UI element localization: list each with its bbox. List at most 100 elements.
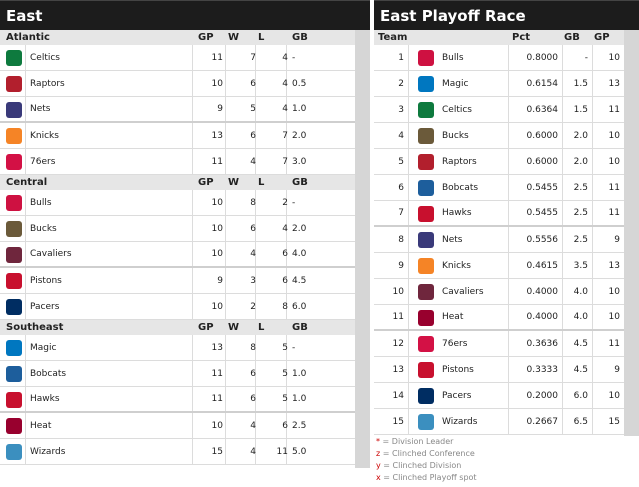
playoff-race-row[interactable]: 5 Raptors 0.6000 2.0 10 (374, 149, 624, 175)
seed-rank: 14 (392, 390, 404, 401)
division-name: Southeast (6, 322, 64, 333)
column-divider (192, 123, 193, 148)
seed-rank: 11 (392, 312, 404, 322)
games-behind: 2.5 (573, 234, 588, 245)
seed-rank: 5 (398, 156, 404, 167)
team-name: Raptors (30, 78, 65, 89)
column-divider (408, 227, 409, 252)
column-divider (225, 294, 226, 319)
playoff-race-row[interactable]: 11 Heat 0.4000 4.0 10 (374, 305, 624, 331)
losses: 5 (282, 368, 288, 379)
wins: 6 (250, 78, 256, 89)
playoff-race-row[interactable]: 12 76ers 0.3636 4.5 11 (374, 331, 624, 357)
win-percentage: 0.4000 (526, 286, 559, 297)
team-row[interactable]: Pistons 9 3 6 4.5 (0, 268, 355, 294)
playoff-race-scrollbar[interactable] (624, 30, 639, 436)
games-behind: 0.5 (292, 78, 307, 89)
team-name: Wizards (442, 416, 478, 427)
team-name: Heat (30, 420, 52, 431)
column-header-gp: GP (594, 32, 610, 43)
games-played: 11 (608, 182, 620, 193)
column-divider (192, 361, 193, 386)
playoff-race-panel: East Playoff Race Team Pct GB GP 1 Bulls 0.800… (374, 0, 639, 436)
column-divider (508, 253, 509, 278)
team-name: Bucks (442, 130, 469, 141)
team-logo-icon (418, 388, 434, 404)
playoff-race-row[interactable]: 4 Bucks 0.6000 2.0 10 (374, 123, 624, 149)
playoff-race-row[interactable]: 10 Cavaliers 0.4000 4.0 10 (374, 279, 624, 305)
playoff-race-row[interactable]: 2 Magic 0.6154 1.5 13 (374, 71, 624, 97)
column-header-w: W (228, 177, 240, 188)
team-row[interactable]: Raptors 10 6 4 0.5 (0, 71, 355, 97)
team-row[interactable]: Magic 13 8 5- (0, 335, 355, 361)
team-row[interactable]: Bobcats 11 6 5 1.0 (0, 361, 355, 387)
playoff-race-row[interactable]: 13 Pistons 0.3333 4.5 9 (374, 357, 624, 383)
column-divider (408, 97, 409, 122)
team-row[interactable]: Wizards 15 4 11 5.0 (0, 439, 355, 465)
column-header-gp: GP (198, 322, 214, 333)
playoff-race-row[interactable]: 8 Nets 0.5556 2.5 9 (374, 227, 624, 253)
column-divider (25, 216, 26, 241)
wins: 8 (250, 197, 256, 208)
team-name: 76ers (30, 156, 56, 167)
division-header-southeast: Southeast GP W L GB (0, 320, 355, 335)
win-percentage: 0.5556 (526, 234, 559, 245)
playoff-race-row[interactable]: 1 Bulls 0.8000 - 10 (374, 45, 624, 71)
team-row[interactable]: Celtics 11 7 4- (0, 45, 355, 71)
east-scrollbar[interactable] (355, 30, 370, 468)
playoff-race-row[interactable]: 15 Wizards 0.2667 6.5 15 (374, 409, 624, 435)
column-divider (508, 227, 509, 252)
playoff-race-row[interactable]: 9 Knicks 0.4615 3.5 13 (374, 253, 624, 279)
team-row[interactable]: Bulls 10 8 2- (0, 190, 355, 216)
playoff-race-row[interactable]: 3 Celtics 0.6364 1.5 11 (374, 97, 624, 123)
team-row[interactable]: Cavaliers 10 4 6 4.0 (0, 242, 355, 268)
column-divider (508, 149, 509, 174)
column-divider (25, 439, 26, 464)
column-divider (508, 71, 509, 96)
team-name: Magic (30, 342, 57, 353)
team-logo-icon (6, 128, 22, 144)
losses: 5 (282, 342, 288, 353)
column-divider (408, 409, 409, 434)
games-behind: 2.5 (573, 182, 588, 193)
team-row[interactable]: Heat 10 4 6 2.5 (0, 413, 355, 439)
column-divider (508, 123, 509, 148)
playoff-race-row[interactable]: 14 Pacers 0.2000 6.0 10 (374, 383, 624, 409)
team-row[interactable]: Nets 9 5 4 1.0 (0, 97, 355, 123)
column-divider (25, 71, 26, 96)
column-divider (25, 149, 26, 174)
column-header-team: Team (378, 32, 408, 43)
team-logo-icon (418, 50, 434, 66)
playoff-race-row[interactable]: 7 Hawks 0.5455 2.5 11 (374, 201, 624, 227)
team-row[interactable]: Pacers 10 2 8 6.0 (0, 294, 355, 320)
wins: 4 (250, 446, 256, 457)
seed-rank: 3 (398, 104, 404, 115)
team-logo-icon (6, 366, 22, 382)
games-played: 10 (211, 223, 223, 234)
team-name: Hawks (442, 208, 472, 218)
wins: 4 (250, 156, 256, 167)
column-divider (192, 413, 193, 438)
column-divider (408, 383, 409, 408)
team-row[interactable]: 76ers 11 4 7 3.0 (0, 149, 355, 175)
wins: 6 (250, 130, 256, 141)
east-standings-panel: East Atlantic GP W L GB Celtics 11 7 4- Raptors 10… (0, 0, 370, 468)
column-divider (408, 279, 409, 304)
column-divider (508, 45, 509, 70)
column-divider (408, 201, 409, 225)
team-name: 76ers (442, 338, 468, 349)
wins: 6 (250, 394, 256, 404)
team-name: Celtics (30, 52, 60, 63)
games-played: 10 (608, 156, 620, 167)
seed-rank: 12 (392, 338, 404, 349)
games-played: 10 (608, 286, 620, 297)
team-name: Pistons (30, 275, 62, 286)
team-row[interactable]: Knicks 13 6 7 2.0 (0, 123, 355, 149)
division-name: Central (6, 177, 48, 188)
column-divider (25, 335, 26, 360)
games-behind: 6.0 (292, 301, 307, 312)
team-row[interactable]: Hawks 11 6 5 1.0 (0, 387, 355, 413)
team-row[interactable]: Bucks 10 6 4 2.0 (0, 216, 355, 242)
playoff-race-row[interactable]: 6 Bobcats 0.5455 2.5 11 (374, 175, 624, 201)
team-logo-icon (6, 444, 22, 460)
